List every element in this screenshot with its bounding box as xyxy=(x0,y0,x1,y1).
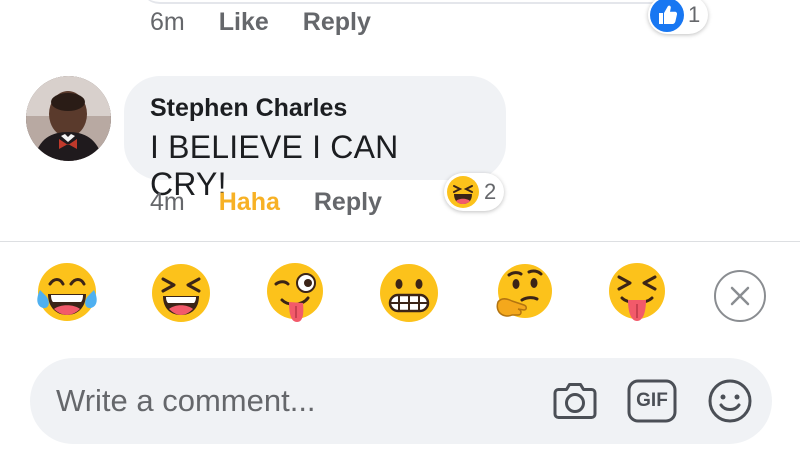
comment-bubble[interactable]: Stephen Charles I BELIEVE I CAN CRY! xyxy=(124,76,506,202)
comment-time: 4m xyxy=(150,188,185,216)
comment-composer: GIF xyxy=(30,358,772,444)
previous-comment-meta: 6m Like Reply xyxy=(150,8,405,37)
thinking-emoji[interactable] xyxy=(492,262,554,324)
smiley-icon xyxy=(708,379,752,423)
gif-label: GIF xyxy=(636,390,668,411)
camera-icon xyxy=(553,383,597,419)
comment-input[interactable] xyxy=(56,380,536,422)
avatar[interactable] xyxy=(26,76,111,161)
reply-button[interactable]: Reply xyxy=(303,8,371,37)
like-button[interactable]: Like xyxy=(219,8,269,37)
tears-of-joy-emoji[interactable] xyxy=(36,262,98,324)
close-emoji-bar-button[interactable] xyxy=(714,270,766,322)
emoji-suggestion-bar xyxy=(0,262,800,330)
grimacing-emoji[interactable] xyxy=(378,262,440,324)
gif-button[interactable]: GIF xyxy=(627,378,677,424)
laughing-squint-emoji xyxy=(447,176,479,208)
user-photo xyxy=(26,76,111,161)
previous-comment-reaction-count[interactable]: 1 xyxy=(648,0,709,34)
comment-author[interactable]: Stephen Charles xyxy=(150,94,480,123)
previous-comment-time: 6m xyxy=(150,8,185,36)
divider xyxy=(0,241,800,242)
haha-reaction-button[interactable]: Haha xyxy=(219,188,280,217)
comment-meta: 4m Haha Reply xyxy=(150,188,416,217)
previous-comment-bubble xyxy=(140,0,700,4)
close-icon xyxy=(730,286,750,306)
emoji-picker-button[interactable] xyxy=(705,378,755,424)
reply-button[interactable]: Reply xyxy=(314,188,382,217)
winking-tongue-emoji[interactable] xyxy=(264,262,326,324)
squinting-tongue-emoji[interactable] xyxy=(606,262,668,324)
comment-reaction-count[interactable]: 2 xyxy=(444,173,505,211)
reaction-count: 2 xyxy=(484,179,497,204)
laughing-squint-emoji[interactable] xyxy=(150,262,212,324)
reaction-count: 1 xyxy=(688,2,701,27)
thumbs-up-icon xyxy=(650,0,684,32)
camera-button[interactable] xyxy=(550,378,600,424)
